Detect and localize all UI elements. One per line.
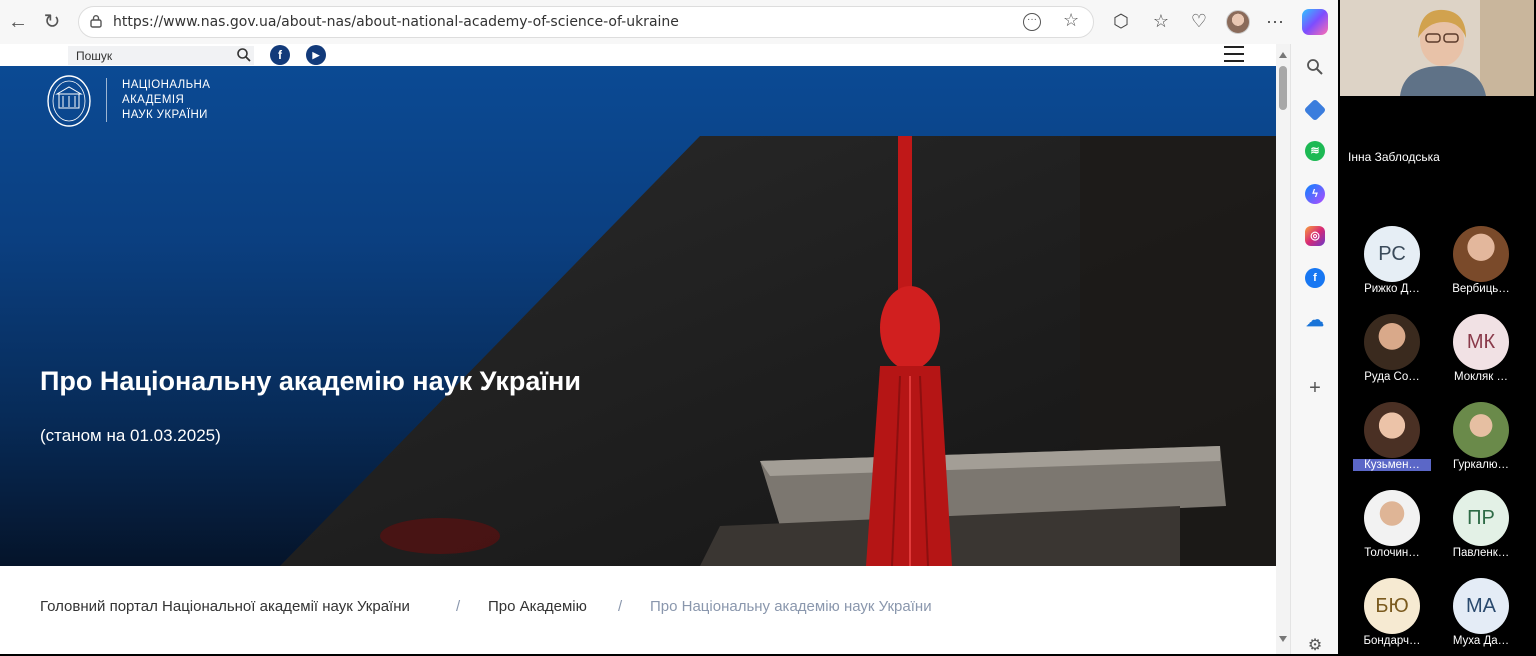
site-topbar: Пошук f ▶ bbox=[0, 44, 1276, 66]
participant-tile[interactable]: Толочин… bbox=[1353, 490, 1431, 559]
hero-banner: НАЦІОНАЛЬНА АКАДЕМІЯ НАУК УКРАЇНИ Про На… bbox=[0, 66, 1276, 566]
participant-tile[interactable]: МА Муха Да… bbox=[1442, 578, 1520, 647]
participant-tile[interactable]: БЮ Бондарч… bbox=[1353, 578, 1431, 647]
avatar bbox=[1453, 402, 1509, 458]
settings-gear-icon[interactable]: ⚙ bbox=[1305, 636, 1325, 656]
spotify-icon[interactable]: ≋ bbox=[1305, 141, 1325, 161]
avatar: ПР bbox=[1453, 490, 1509, 546]
participant-tile[interactable]: МК Мокляк … bbox=[1442, 314, 1520, 383]
participant-tile[interactable]: ПР Павленк… bbox=[1442, 490, 1520, 559]
youtube-icon[interactable]: ▶ bbox=[306, 45, 326, 65]
avatar: МА bbox=[1453, 578, 1509, 634]
page-viewport: Пошук f ▶ НАЦІОНАЛЬНА АКАДЕМІЯ НАУК УКРА… bbox=[0, 44, 1276, 654]
url-text[interactable]: https://www.nas.gov.ua/about-nas/about-n… bbox=[113, 14, 679, 30]
participant-name: Бондарч… bbox=[1363, 635, 1421, 647]
more-options-icon[interactable]: ··· bbox=[1023, 13, 1041, 31]
facebook-icon[interactable]: f bbox=[1305, 268, 1325, 288]
browser-window: ← ↻ https://www.nas.gov.ua/about-nas/abo… bbox=[0, 0, 1338, 654]
hero-photo-tassel bbox=[280, 136, 1276, 566]
search-icon[interactable] bbox=[236, 47, 252, 63]
participant-name: Вербиць… bbox=[1452, 283, 1510, 295]
instagram-icon[interactable]: ◎ bbox=[1305, 226, 1325, 246]
breadcrumb-separator: / bbox=[456, 598, 461, 615]
add-icon[interactable]: + bbox=[1305, 378, 1325, 398]
breadcrumb-link-about[interactable]: Про Академію bbox=[488, 598, 587, 615]
speaker-video-tile[interactable] bbox=[1340, 0, 1534, 96]
back-icon[interactable]: ← bbox=[4, 8, 32, 36]
scroll-down-icon[interactable] bbox=[1279, 636, 1287, 642]
page-title: Про Національну академію наук України bbox=[40, 366, 581, 396]
profile-avatar[interactable] bbox=[1226, 10, 1250, 34]
video-call-panel: Інна Заблодська РС Рижко Д… Вербиць… Руд… bbox=[1338, 0, 1536, 654]
speaker-video bbox=[1340, 0, 1534, 96]
avatar bbox=[1364, 490, 1420, 546]
participant-name: Рижко Д… bbox=[1364, 283, 1420, 295]
participant-name: Мокляк … bbox=[1454, 371, 1508, 383]
logo-text: НАЦІОНАЛЬНА АКАДЕМІЯ НАУК УКРАЇНИ bbox=[122, 78, 210, 123]
participant-tile[interactable]: Кузьмен… bbox=[1353, 402, 1431, 471]
scrollbar-thumb[interactable] bbox=[1279, 66, 1287, 110]
favorites-icon[interactable]: ☆ bbox=[1150, 10, 1172, 32]
breadcrumb-current: Про Національну академію наук України bbox=[650, 598, 932, 615]
favorite-star-icon[interactable]: ☆ bbox=[1063, 10, 1079, 31]
participant-tile[interactable]: Руда Со… bbox=[1353, 314, 1431, 383]
participant-name: Руда Со… bbox=[1364, 371, 1420, 383]
health-icon[interactable]: ♡ bbox=[1188, 10, 1210, 32]
participant-tile[interactable]: Вербиць… bbox=[1442, 226, 1520, 295]
breadcrumb-link-portal[interactable]: Головний портал Національної академії на… bbox=[40, 598, 410, 615]
participant-name: Муха Да… bbox=[1452, 635, 1510, 647]
speaker-name: Інна Заблодська bbox=[1348, 150, 1440, 164]
avatar: БЮ bbox=[1364, 578, 1420, 634]
search-placeholder: Пошук bbox=[76, 49, 113, 63]
refresh-icon[interactable]: ↻ bbox=[38, 8, 66, 36]
logo-divider bbox=[106, 78, 107, 122]
address-bar[interactable]: https://www.nas.gov.ua/about-nas/about-n… bbox=[78, 6, 1094, 38]
logo-line: НАУК УКРАЇНИ bbox=[122, 109, 208, 121]
site-info-icon[interactable] bbox=[89, 14, 103, 28]
participant-name: Кузьмен… bbox=[1353, 459, 1431, 471]
avatar bbox=[1364, 314, 1420, 370]
logo-line: НАЦІОНАЛЬНА bbox=[122, 79, 211, 91]
search-input[interactable]: Пошук bbox=[68, 46, 254, 65]
scroll-up-icon[interactable] bbox=[1279, 52, 1287, 58]
avatar bbox=[1364, 402, 1420, 458]
extensions-icon[interactable]: ⬡ bbox=[1110, 10, 1132, 32]
avatar: МК bbox=[1453, 314, 1509, 370]
onedrive-icon[interactable]: ☁ bbox=[1305, 310, 1325, 330]
participant-name: Павленк… bbox=[1452, 547, 1510, 559]
participant-name: Гуркалю… bbox=[1453, 459, 1509, 471]
page-subtitle-date: (станом на 01.03.2025) bbox=[40, 426, 221, 445]
breadcrumb-separator: / bbox=[618, 598, 623, 615]
facebook-icon[interactable]: f bbox=[270, 45, 290, 65]
shopping-tag-icon[interactable] bbox=[1303, 98, 1327, 122]
messenger-icon[interactable]: ϟ bbox=[1305, 184, 1325, 204]
browser-toolbar: ← ↻ https://www.nas.gov.ua/about-nas/abo… bbox=[0, 0, 1338, 44]
logo-line: АКАДЕМІЯ bbox=[122, 94, 185, 106]
page-scrollbar[interactable] bbox=[1276, 44, 1290, 654]
avatar: РС bbox=[1364, 226, 1420, 282]
hamburger-menu-icon[interactable] bbox=[1224, 46, 1244, 62]
nas-logo-emblem bbox=[47, 75, 91, 127]
participant-tile[interactable]: РС Рижко Д… bbox=[1353, 226, 1431, 295]
menu-dots-icon[interactable]: ··· bbox=[1264, 10, 1286, 32]
participant-name: Толочин… bbox=[1364, 547, 1420, 559]
search-icon[interactable] bbox=[1306, 58, 1324, 76]
participant-tile[interactable]: Гуркалю… bbox=[1442, 402, 1520, 471]
edge-sidebar: ≋ ϟ ◎ f ☁ + ⚙ bbox=[1290, 44, 1338, 654]
breadcrumb: Головний портал Національної академії на… bbox=[0, 566, 1276, 654]
avatar bbox=[1453, 226, 1509, 282]
copilot-icon[interactable] bbox=[1302, 9, 1328, 35]
